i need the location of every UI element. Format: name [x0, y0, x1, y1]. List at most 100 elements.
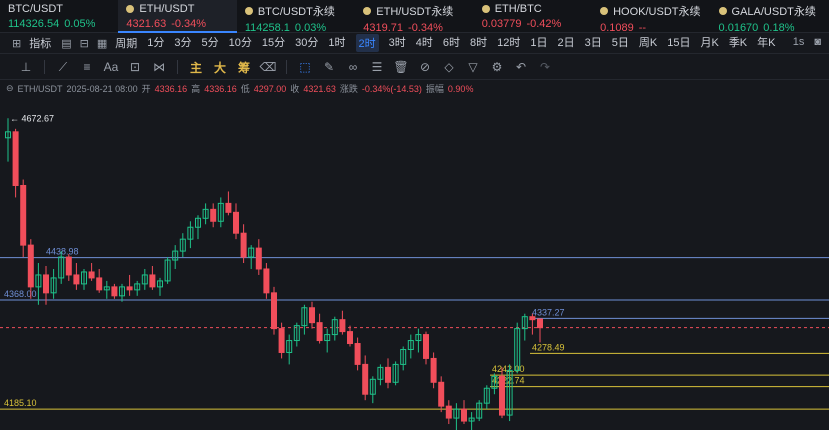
open-value: 4336.16 [154, 83, 188, 94]
collapse-icon[interactable]: ⊖ [6, 83, 14, 94]
ticker-tab[interactable]: BTC/USDT永续 114258.1 0.03% [237, 0, 355, 34]
candle [468, 412, 475, 430]
interval-option[interactable]: 4时 [416, 34, 433, 52]
change-value: -0.34%(-14.53) [361, 83, 422, 94]
delete-icon[interactable]: 🗑 [389, 60, 413, 74]
candle [324, 328, 331, 353]
ticker-tab[interactable]: HOOK/USDT永续 0.1089 -- [592, 0, 710, 34]
candle [240, 224, 247, 264]
candle [134, 280, 141, 296]
filter-icon[interactable]: ▽ [461, 60, 485, 74]
settings-icon[interactable]: ⚙ [485, 60, 509, 74]
ticker-symbol: HOOK/USDT永续 [600, 3, 710, 19]
ticker-tab[interactable]: ETH/USDT 4321.63 -0.34% [118, 0, 237, 33]
candlestick-chart[interactable]: 4438.984368.004337.274278.494242.004222.… [0, 96, 829, 430]
low-label: 低 [240, 84, 250, 94]
ticker-symbol: ETH/USDT永续 [363, 3, 473, 19]
interval-option[interactable]: 12时 [497, 34, 520, 52]
select-icon[interactable]: ⬚ [293, 60, 317, 74]
interval-option[interactable]: 周K [639, 34, 657, 52]
candle-body [438, 381, 445, 407]
candle-body [210, 208, 217, 222]
interval-option[interactable]: 3时 [389, 34, 406, 52]
interval-option[interactable]: 1日 [530, 34, 547, 52]
interval-option[interactable]: 2时 [355, 34, 379, 52]
interval-option[interactable]: 6时 [443, 34, 460, 52]
interval-option[interactable]: 15日 [667, 34, 690, 52]
interval-option[interactable]: 2日 [558, 34, 575, 52]
candle [20, 179, 27, 258]
interval-option[interactable]: 3分 [174, 34, 191, 52]
pencil-icon[interactable]: ✎ [317, 60, 341, 74]
link-icon[interactable]: ∞ [341, 60, 365, 74]
indicator-button[interactable]: 指标 [29, 35, 51, 51]
interval-option[interactable]: 月K [700, 34, 718, 52]
text-tool[interactable]: Aa [99, 60, 123, 74]
interval-option[interactable]: 5日 [612, 34, 629, 52]
trendline-icon[interactable]: ⟋ [51, 60, 75, 75]
candle-body [111, 286, 118, 297]
ruler-icon[interactable]: ⊡ [123, 60, 147, 74]
main-force-tool[interactable]: 主 [184, 59, 208, 76]
candle [392, 361, 399, 386]
lock-icon[interactable]: ⊘ [413, 60, 437, 74]
ticker-tabs: BTC/USDT 114326.54 0.05% ETH/USDT 4321.63 -0.… [0, 0, 829, 34]
high-value: 4336.16 [204, 83, 237, 94]
pattern-icon[interactable]: ⋈ [147, 60, 171, 74]
candle [537, 318, 543, 343]
pin-icon[interactable]: ⊥ [14, 60, 38, 74]
candle [316, 313, 323, 344]
interval-option[interactable]: 1分 [147, 34, 164, 52]
redo-icon[interactable]: ↷ [533, 60, 557, 74]
interval-1s[interactable]: 1s [793, 36, 805, 48]
calendar-icon[interactable]: ▤ [61, 37, 71, 50]
interval-option[interactable]: 1时 [328, 34, 345, 52]
candle-body [430, 357, 437, 383]
candle [438, 376, 445, 413]
interval-option[interactable]: 8时 [470, 34, 487, 52]
candle [195, 215, 201, 240]
divider [44, 60, 45, 74]
ticker-tab[interactable]: ETH/BTC 0.03779 -0.42% [474, 0, 592, 33]
undo-icon[interactable]: ↶ [509, 60, 533, 74]
candle-body [316, 322, 323, 342]
interval-option[interactable]: 3日 [585, 34, 602, 52]
interval-option[interactable]: 10分 [229, 34, 252, 52]
interval-option[interactable]: 季K [729, 34, 747, 52]
ticker-tab[interactable]: GALA/USDT永续 0.01670 0.18% [711, 0, 829, 34]
interval-option[interactable]: 年K [757, 34, 775, 52]
candle [407, 334, 414, 359]
candle [88, 263, 95, 281]
indicator-icon[interactable]: ⊞ [12, 37, 21, 50]
toolbar-right: 1s ◙ [793, 36, 821, 48]
period-button[interactable]: 周期 [115, 35, 137, 51]
tag-icon[interactable]: ◇ [437, 60, 461, 74]
chips-tool[interactable]: 筹 [232, 59, 256, 76]
parallel-lines-icon[interactable]: ≡ [75, 60, 99, 74]
camera-icon[interactable]: ◙ [814, 36, 821, 48]
big-order-tool[interactable]: 大 [208, 59, 232, 76]
candle [157, 277, 163, 296]
ticker-tab[interactable]: BTC/USDT 114326.54 0.05% [0, 0, 118, 33]
candle [301, 304, 308, 335]
interval-option[interactable]: 15分 [262, 34, 285, 52]
ticker-quote: 0.03779 -0.42% [482, 18, 592, 30]
interval-option[interactable]: 5分 [202, 34, 219, 52]
candle-type-icon[interactable]: ☰ [365, 60, 389, 74]
interval-option[interactable]: 30分 [295, 34, 318, 52]
layout-icon[interactable]: ⊟ [80, 37, 89, 50]
ticker-change: -0.42% [526, 18, 562, 30]
info-datetime: 2025-08-21 08:00 [66, 83, 138, 94]
candle-body [149, 274, 156, 288]
candle [453, 403, 460, 430]
candle [81, 268, 87, 290]
grid-icon[interactable]: ▦ [97, 37, 107, 50]
candle-body [20, 184, 27, 246]
candle [202, 203, 209, 225]
candle [35, 263, 42, 305]
ticker-tab[interactable]: ETH/USDT永续 4319.71 -0.34% [355, 0, 473, 34]
interval-toolbar: ⊞ 指标 ▤ ⊟ ▦ 周期 1分 3分 5分 10分 15分 30分 1时 2时 3时 4时 6时 8… [0, 33, 829, 54]
candle-body [255, 247, 262, 270]
price-level-label: 4438.98 [46, 247, 79, 257]
eraser-icon[interactable]: ⌫ [256, 60, 280, 74]
